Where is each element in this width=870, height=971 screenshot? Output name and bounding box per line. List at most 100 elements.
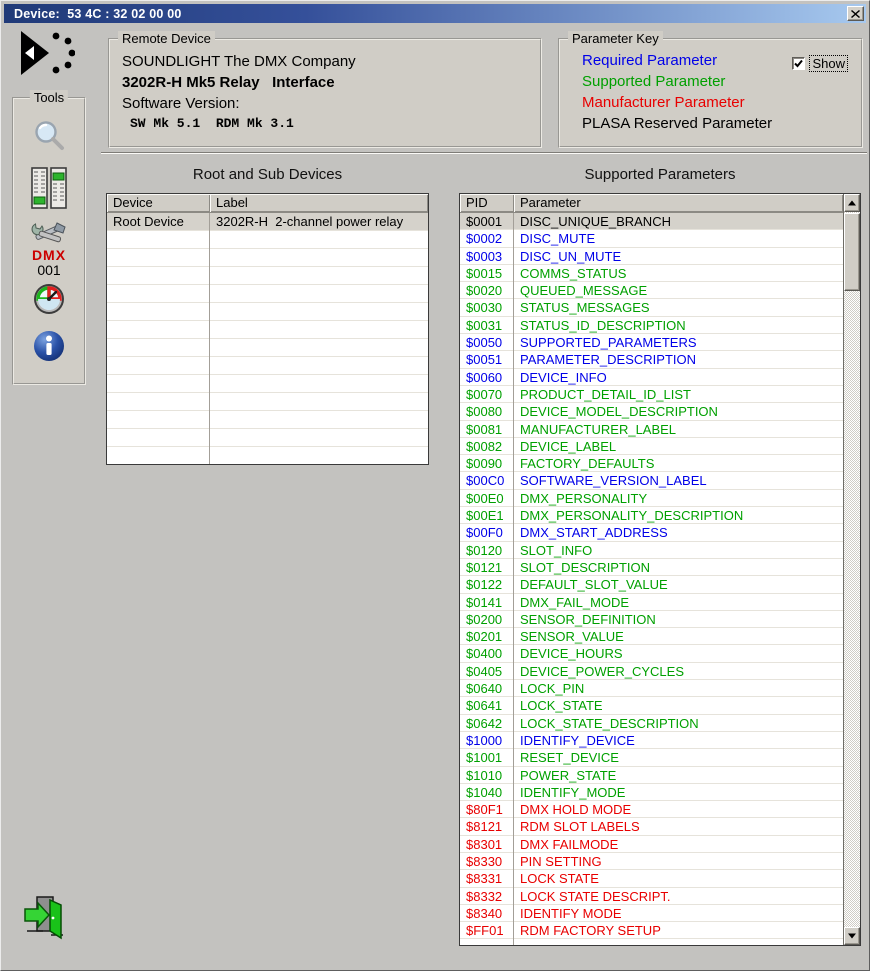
parameter-table-row[interactable]: $0120 SLOT_INFO — [460, 542, 843, 559]
pid-cell: $0001 — [460, 213, 514, 230]
manufacturer-name: SOUNDLIGHT The DMX Company — [122, 53, 356, 70]
pid-cell: $0090 — [460, 455, 514, 472]
parameter-table-row[interactable]: $0090 FACTORY_DEFAULTS — [460, 455, 843, 472]
parameter-table-row[interactable]: $0080 DEVICE_MODEL_DESCRIPTION — [460, 403, 843, 420]
dmx-setup-tool-button[interactable]: DMX 001 — [14, 221, 84, 278]
device-table-row[interactable] — [107, 267, 428, 285]
parameter-table-row[interactable]: $FF01 RDM FACTORY SETUP — [460, 922, 843, 939]
parameter-table-row[interactable]: $80F1 DMX HOLD MODE — [460, 801, 843, 818]
device-table-row[interactable] — [107, 411, 428, 429]
label-cell — [210, 429, 428, 447]
parameter-table-row[interactable]: $0002 DISC_MUTE — [460, 230, 843, 247]
parameter-table-row[interactable]: $1001 RESET_DEVICE — [460, 749, 843, 766]
device-table-row[interactable] — [107, 285, 428, 303]
parameter-cell: RDM FACTORY SETUP — [520, 923, 661, 939]
device-table-row[interactable] — [107, 249, 428, 267]
pid-cell: $0642 — [460, 715, 514, 732]
parameter-cell: LOCK STATE DESCRIPT. — [520, 888, 671, 904]
parameter-table-row[interactable]: $0060 DEVICE_INFO — [460, 369, 843, 386]
parameter-table-row[interactable]: $1010 POWER_STATE — [460, 767, 843, 784]
parameter-table-row[interactable]: $0082 DEVICE_LABEL — [460, 438, 843, 455]
label-cell — [210, 249, 428, 267]
parameter-table-row[interactable] — [460, 939, 843, 945]
scroll-up-button[interactable] — [844, 194, 860, 212]
parameter-table-row[interactable]: $00F0 DMX_START_ADDRESS — [460, 524, 843, 541]
scroll-down-button[interactable] — [844, 927, 860, 945]
parameter-table-row[interactable]: $0122 DEFAULT_SLOT_VALUE — [460, 576, 843, 593]
parameter-table-row[interactable]: $0015 COMMS_STATUS — [460, 265, 843, 282]
label-cell — [210, 411, 428, 429]
parameter-table-row[interactable]: $0640 LOCK_PIN — [460, 680, 843, 697]
column-header-parameter[interactable]: Parameter — [514, 194, 843, 212]
show-checkbox[interactable] — [792, 57, 806, 70]
parameter-table-row[interactable]: $8330 PIN SETTING — [460, 853, 843, 870]
show-checkbox-wrap[interactable]: Show — [792, 55, 848, 72]
parameter-table-row[interactable]: $8340 IDENTIFY MODE — [460, 905, 843, 922]
parameter-table-row[interactable]: $00E1 DMX_PERSONALITY_DESCRIPTION — [460, 507, 843, 524]
device-table-row[interactable] — [107, 429, 428, 447]
devices-table-body: Root Device 3202R-H 2-channel power relay — [107, 213, 428, 464]
gauge-tool-button[interactable] — [14, 283, 84, 315]
tools-group: Tools DMX 001 — [12, 90, 86, 385]
device-table-row[interactable] — [107, 303, 428, 321]
device-cell — [107, 321, 210, 339]
device-cell — [107, 267, 210, 285]
parameter-table-row[interactable]: $0641 LOCK_STATE — [460, 697, 843, 714]
parameter-table-row[interactable]: $0030 STATUS_MESSAGES — [460, 299, 843, 316]
device-table-row[interactable] — [107, 447, 428, 464]
parameters-table-body: $0001 DISC_UNIQUE_BRANCH $0002 DISC_MUTE $00… — [460, 213, 843, 945]
parameter-table-row[interactable]: $8331 LOCK STATE — [460, 870, 843, 887]
parameter-table-row[interactable]: $0051 PARAMETER_DESCRIPTION — [460, 351, 843, 368]
parameter-table-row[interactable]: $8332 LOCK STATE DESCRIPT. — [460, 888, 843, 905]
parameter-table-row[interactable]: $0001 DISC_UNIQUE_BRANCH — [460, 213, 843, 231]
parameter-cell: MANUFACTURER_LABEL — [520, 421, 677, 437]
parameter-table-row[interactable]: $8301 DMX FAILMODE — [460, 836, 843, 853]
device-table-row[interactable] — [107, 321, 428, 339]
parameter-table-row[interactable]: $0642 LOCK_STATE_DESCRIPTION — [460, 715, 843, 732]
faders-tool-button[interactable] — [14, 167, 84, 209]
exit-button[interactable] — [23, 894, 65, 940]
parameter-table-row[interactable]: $00C0 SOFTWARE_VERSION_LABEL — [460, 472, 843, 489]
parameter-table-row[interactable]: $0031 STATUS_ID_DESCRIPTION — [460, 317, 843, 334]
parameter-cell: LOCK_PIN — [520, 681, 585, 697]
parameter-cell: SLOT_DESCRIPTION — [520, 559, 651, 575]
parameter-table-row[interactable]: $0405 DEVICE_POWER_CYCLES — [460, 663, 843, 680]
device-table-row[interactable] — [107, 357, 428, 375]
parameter-table-row[interactable]: $0050 SUPPORTED_PARAMETERS — [460, 334, 843, 351]
device-cell — [107, 249, 210, 267]
parameter-cell: COMMS_STATUS — [520, 265, 627, 281]
parameter-table-row[interactable]: $0020 QUEUED_MESSAGE — [460, 282, 843, 299]
column-header-device[interactable]: Device — [107, 194, 210, 212]
label-cell — [210, 303, 428, 321]
column-header-label[interactable]: Label — [210, 194, 428, 212]
parameter-table-row[interactable]: $0003 DISC_UN_MUTE — [460, 248, 843, 265]
scroll-thumb[interactable] — [844, 213, 860, 291]
device-table-row[interactable] — [107, 375, 428, 393]
parameter-table-row[interactable]: $00E0 DMX_PERSONALITY — [460, 490, 843, 507]
parameter-table-row[interactable]: $0070 PRODUCT_DETAIL_ID_LIST — [460, 386, 843, 403]
parameter-table-row[interactable]: $8121 RDM SLOT LABELS — [460, 818, 843, 835]
parameter-table-row[interactable]: $0121 SLOT_DESCRIPTION — [460, 559, 843, 576]
device-table-row[interactable] — [107, 339, 428, 357]
parameter-table-row[interactable]: $0141 DMX_FAIL_MODE — [460, 594, 843, 611]
parameter-table-row[interactable]: $1000 IDENTIFY_DEVICE — [460, 732, 843, 749]
pid-cell: $0121 — [460, 559, 514, 576]
parameter-table-row[interactable]: $0081 MANUFACTURER_LABEL — [460, 421, 843, 438]
parameter-table-row[interactable]: $0400 DEVICE_HOURS — [460, 645, 843, 662]
titlebar[interactable]: Device: 53 4C : 32 02 00 00 — [4, 4, 866, 23]
pid-cell: $0031 — [460, 317, 514, 334]
parameter-table-row[interactable]: $1040 IDENTIFY_MODE — [460, 784, 843, 801]
parameter-cell — [514, 939, 843, 945]
parameter-table-row[interactable]: $0200 SENSOR_DEFINITION — [460, 611, 843, 628]
close-button[interactable] — [847, 6, 864, 21]
parameters-scrollbar[interactable] — [843, 194, 860, 945]
column-header-pid[interactable]: PID — [460, 194, 514, 212]
parameter-table-row[interactable]: $0201 SENSOR_VALUE — [460, 628, 843, 645]
device-table-row[interactable] — [107, 393, 428, 411]
info-tool-button[interactable] — [14, 330, 84, 362]
parameter-cell: RDM SLOT LABELS — [520, 819, 640, 835]
device-table-row[interactable]: Root Device 3202R-H 2-channel power relay — [107, 213, 428, 231]
pid-cell: $0200 — [460, 611, 514, 628]
device-table-row[interactable] — [107, 231, 428, 249]
search-tool-button[interactable] — [14, 119, 84, 153]
